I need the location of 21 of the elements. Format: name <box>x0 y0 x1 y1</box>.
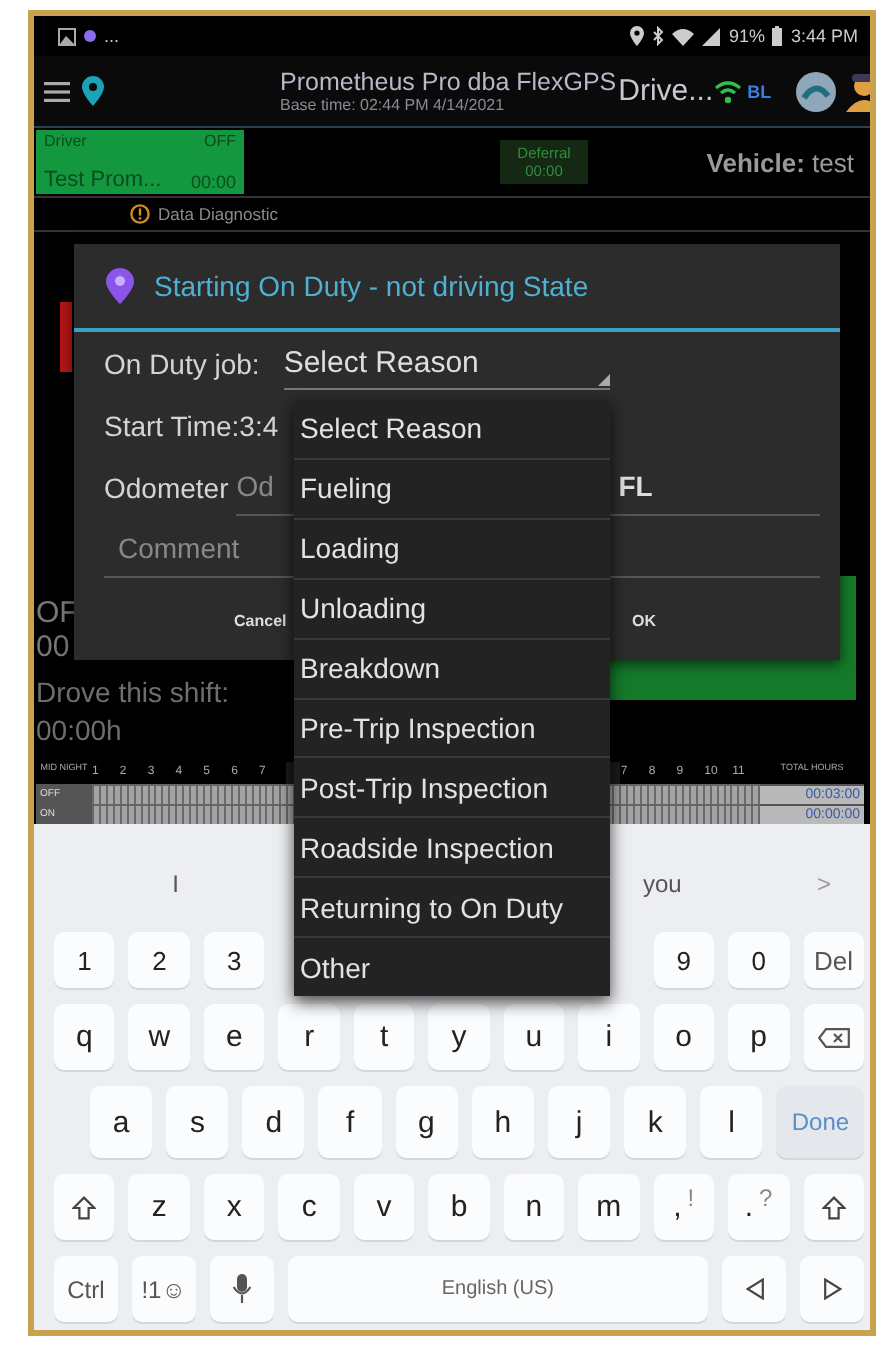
drove-label: Drove this shift: <box>36 674 229 712</box>
duty-time: 00:00 <box>190 172 236 192</box>
drove-time: 00:00h <box>36 712 124 750</box>
bluetooth-label: BL <box>747 81 772 101</box>
dialog-title: Starting On Duty - not driving State <box>154 270 589 302</box>
more-notifications: ... <box>104 26 120 46</box>
vehicle-label: Vehicle: test <box>706 147 854 177</box>
driver-name: Drive... <box>618 74 714 108</box>
clock-time: 3:44 PM <box>790 26 858 46</box>
unit-label: FL <box>618 470 653 502</box>
app-title: Prometheus Pro dba FlexGPS <box>280 68 617 96</box>
job-label: On Duty job: <box>104 347 260 379</box>
status-code: OF <box>36 596 80 630</box>
start-time-label: Start Time:3:4 <box>104 409 279 441</box>
base-time: Base time: 02:44 PM 4/14/2021 <box>280 96 507 114</box>
duty-status: OFF <box>202 132 236 150</box>
battery-percent: 91% <box>728 26 765 46</box>
driver-label: Driver <box>44 132 89 150</box>
odometer-label: Odometer <box>104 471 229 503</box>
status-time: 00 <box>36 630 72 664</box>
driver-name: Test Prom... <box>44 168 164 192</box>
